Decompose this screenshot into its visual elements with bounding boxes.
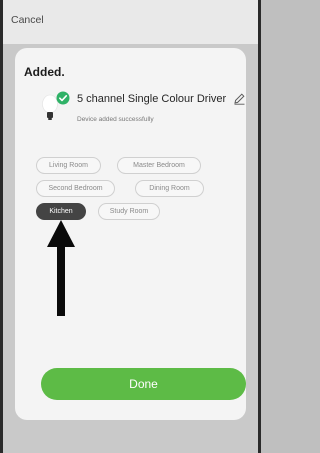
check-badge-icon: [56, 91, 70, 105]
cancel-button[interactable]: Cancel: [11, 14, 44, 26]
room-chip-dining-room[interactable]: Dining Room: [135, 180, 204, 197]
room-chip-second-bedroom[interactable]: Second Bedroom: [36, 180, 115, 197]
device-status: Device added successfully: [77, 116, 154, 123]
arrow-pointer-icon: [47, 220, 75, 316]
top-bar: Cancel: [3, 0, 258, 44]
phone-screen: Cancel Added. 5 channel Single Colour Dr…: [0, 0, 261, 453]
device-name: 5 channel Single Colour Driver: [77, 93, 227, 105]
room-chip-living-room[interactable]: Living Room: [36, 157, 101, 174]
done-button[interactable]: Done: [41, 368, 246, 400]
room-chip-study-room[interactable]: Study Room: [98, 203, 160, 220]
room-chip-kitchen[interactable]: Kitchen: [36, 203, 86, 220]
pencil-icon[interactable]: [233, 92, 246, 105]
added-title: Added.: [24, 65, 65, 79]
room-chip-master-bedroom[interactable]: Master Bedroom: [117, 157, 201, 174]
